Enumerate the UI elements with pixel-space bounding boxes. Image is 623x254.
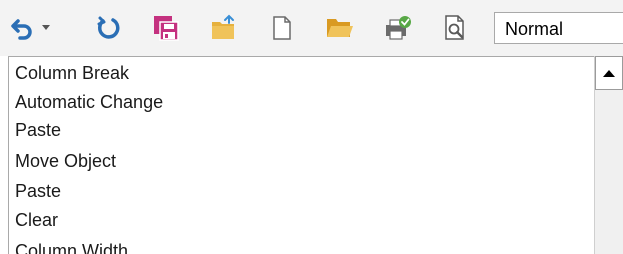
undo-button[interactable] (6, 8, 54, 48)
save-all-icon (152, 14, 180, 42)
open-file-button[interactable] (320, 8, 360, 48)
list-item[interactable]: Column Width (15, 241, 128, 254)
scroll-up-button[interactable] (595, 56, 623, 90)
redo-icon (95, 15, 121, 41)
new-document-button[interactable] (262, 8, 302, 48)
list-item[interactable]: Column Break (15, 63, 129, 83)
print-check-button[interactable] (378, 8, 418, 48)
undo-history-list[interactable]: Column Break Automatic Change Paste Move… (8, 56, 623, 254)
quick-access-toolbar: Normal (0, 0, 623, 56)
chevron-down-icon[interactable] (42, 25, 50, 31)
undo-icon (10, 14, 40, 42)
print-preview-icon (443, 14, 469, 42)
redo-button[interactable] (88, 8, 128, 48)
open-folder-icon (210, 14, 238, 42)
arrow-up-icon (603, 64, 615, 82)
style-dropdown[interactable]: Normal (494, 12, 623, 44)
list-item[interactable]: Move Object (15, 151, 116, 171)
style-dropdown-value: Normal (505, 19, 564, 39)
print-check-icon (383, 14, 413, 42)
list-item[interactable]: Automatic Change (15, 92, 163, 112)
undo-history-window: Normal Column Break Automatic Change Pas… (0, 0, 623, 254)
open-folder-button[interactable] (204, 8, 244, 48)
list-item[interactable]: Paste (15, 181, 61, 201)
list-item[interactable]: Paste (15, 120, 61, 140)
save-all-button[interactable] (146, 8, 186, 48)
list-item[interactable]: Clear (15, 210, 58, 230)
vertical-scrollbar[interactable] (594, 56, 623, 254)
print-preview-button[interactable] (436, 8, 476, 48)
new-document-icon (271, 15, 293, 41)
open-file-icon (325, 15, 355, 41)
